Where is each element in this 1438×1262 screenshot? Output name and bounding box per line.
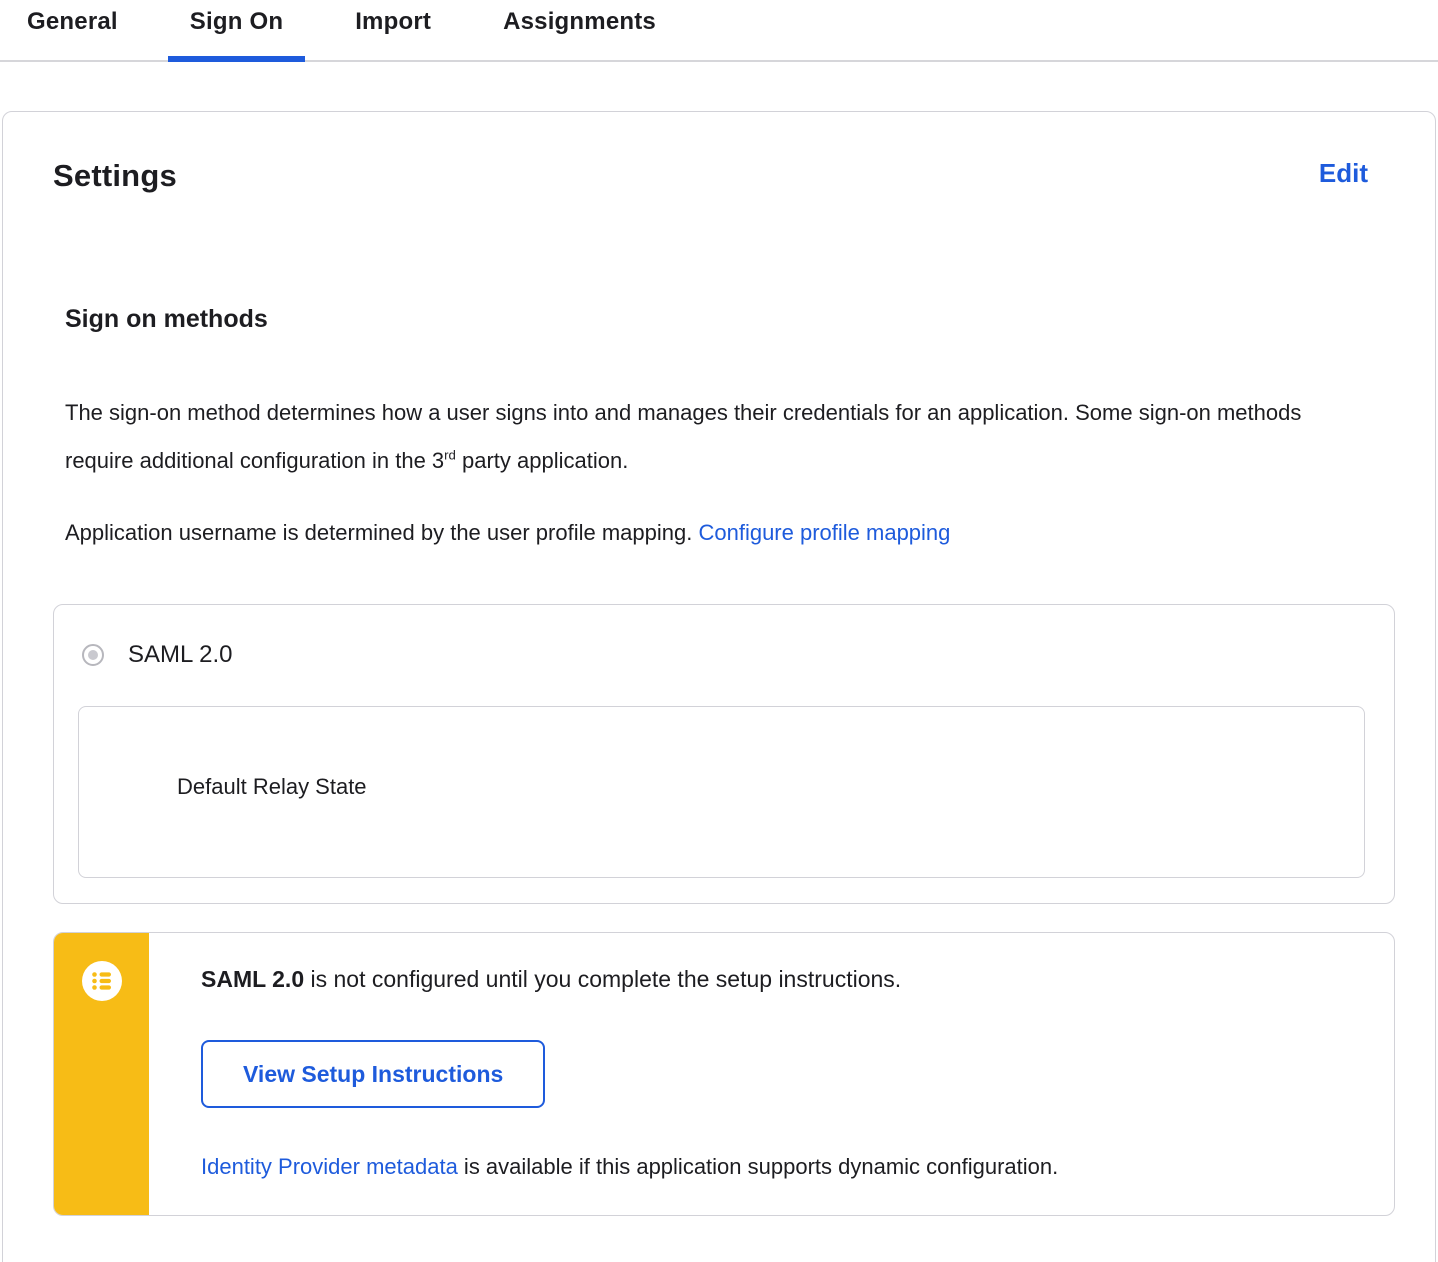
list-icon (81, 961, 122, 1001)
app-tab-bar: General Sign On Import Assignments (0, 0, 1438, 62)
callout-title-rest: is not configured until you complete the… (304, 966, 902, 992)
sign-on-methods-heading: Sign on methods (65, 305, 268, 333)
saml-radio[interactable] (82, 644, 104, 666)
username-note-text: Application username is determined by th… (65, 520, 699, 545)
callout-title-bold: SAML 2.0 (201, 966, 305, 992)
settings-card-header: Settings Edit (53, 157, 1395, 195)
sign-on-description: The sign-on method determines how a user… (65, 389, 1355, 485)
callout-title: SAML 2.0 is not configured until you com… (201, 964, 1354, 994)
page-title: Settings (53, 158, 177, 193)
tab-import[interactable]: Import (333, 0, 453, 60)
edit-link[interactable]: Edit (1319, 157, 1368, 189)
identity-provider-metadata-link[interactable]: Identity Provider metadata (201, 1154, 458, 1179)
callout-metadata-line: Identity Provider metadata is available … (201, 1152, 1354, 1182)
view-setup-instructions-button[interactable]: View Setup Instructions (201, 1040, 546, 1108)
callout-metadata-rest: is available if this application support… (457, 1154, 1059, 1179)
configure-profile-mapping-link[interactable]: Configure profile mapping (698, 520, 950, 545)
settings-card: Settings Edit Sign on methods The sign-o… (2, 111, 1436, 1262)
sign-on-description-tail: party application. (455, 448, 629, 473)
callout-stripe (54, 933, 149, 1215)
default-relay-state-label: Default Relay State (177, 774, 367, 799)
saml-settings-panel: Default Relay State (78, 706, 1365, 878)
saml-radio-label: SAML 2.0 (128, 641, 233, 668)
sign-on-description-text: The sign-on method determines how a user… (65, 400, 1302, 473)
ordinal-superscript: rd (444, 447, 456, 463)
callout-body: SAML 2.0 is not configured until you com… (149, 933, 1394, 1215)
tab-assignments[interactable]: Assignments (481, 0, 678, 60)
saml-radio-row: SAML 2.0 (82, 640, 1394, 670)
tab-general[interactable]: General (5, 0, 140, 60)
saml-setup-callout: SAML 2.0 is not configured until you com… (53, 932, 1395, 1216)
saml-option-box: SAML 2.0 Default Relay State (53, 604, 1395, 904)
username-note: Application username is determined by th… (65, 509, 1355, 557)
tab-sign-on[interactable]: Sign On (167, 0, 306, 62)
